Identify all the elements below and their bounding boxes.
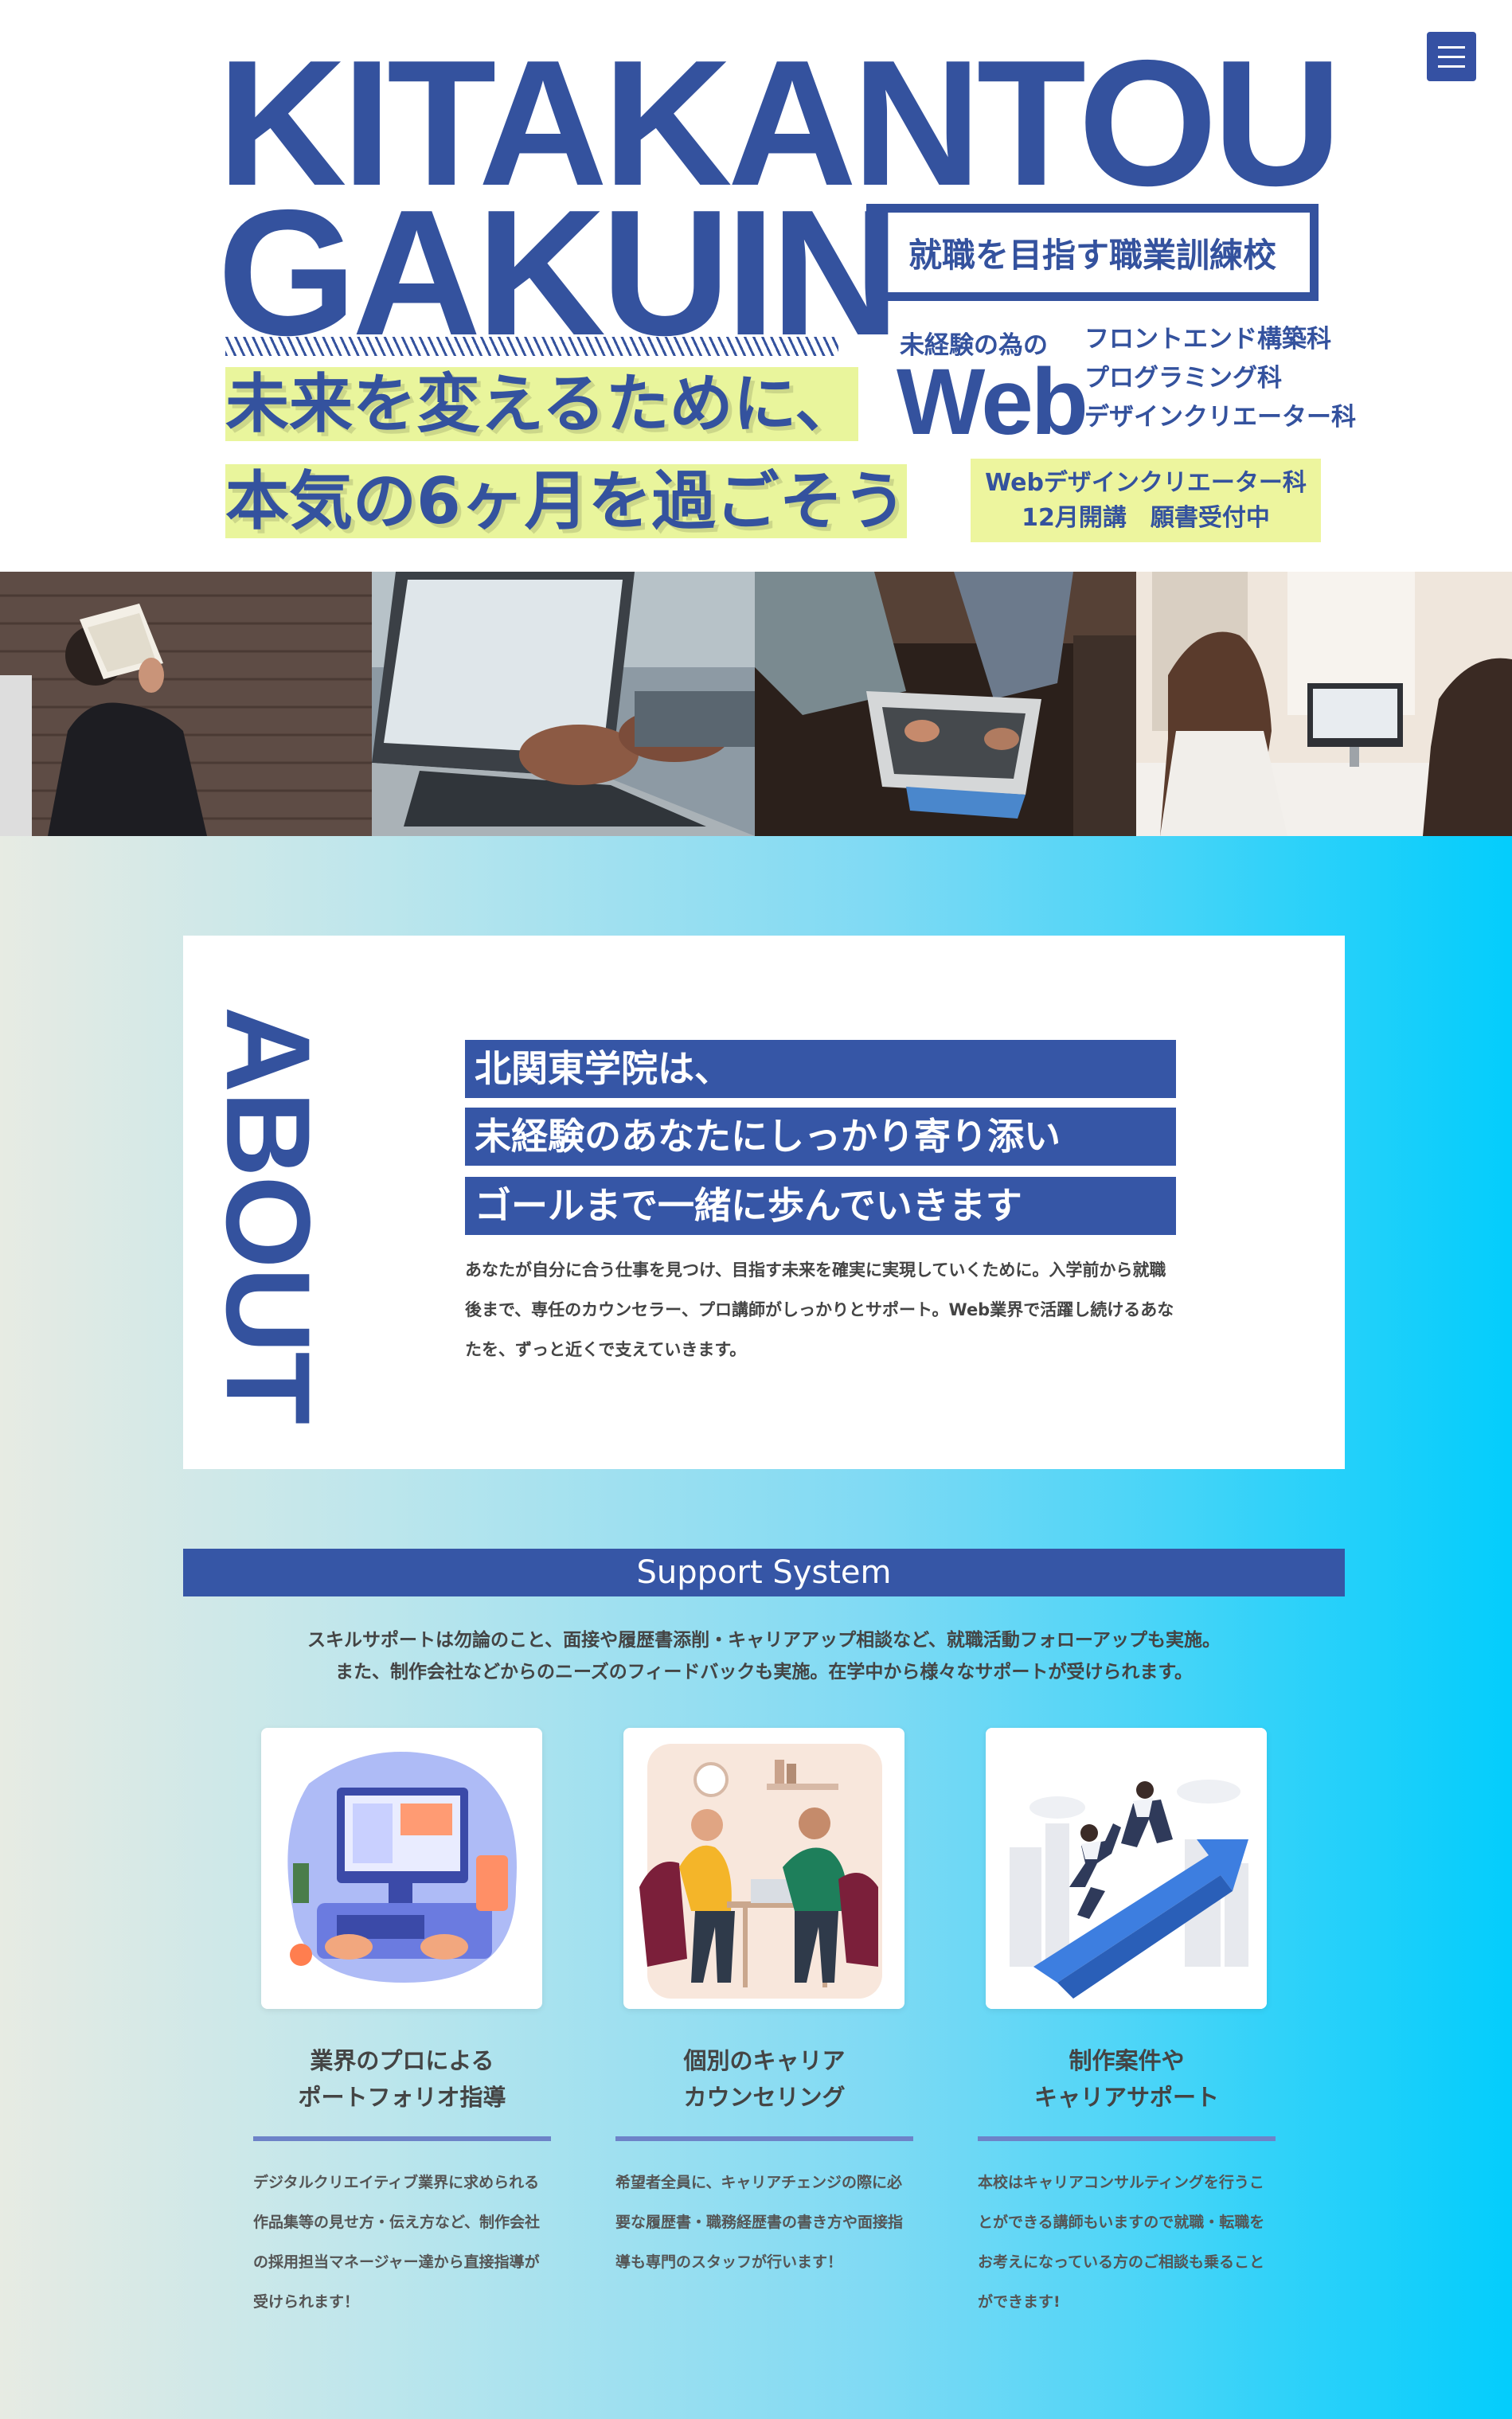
card-title-counseling: 個別のキャリア カウンセリング	[683, 2047, 846, 2111]
card-title-portfolio: 業界のプロによる ポートフォリオ指導	[298, 2047, 506, 2111]
admission-notice[interactable]: Webデザインクリエーター科 12月開講 願書受付中	[971, 459, 1321, 542]
illustration-counseling	[623, 1728, 904, 2009]
hamburger-menu-icon[interactable]	[1427, 32, 1476, 81]
notice-date: 12月開講 願書受付中	[1022, 503, 1270, 532]
support-intro-line1: スキルサポートは勿論のこと、面接や履歴書添削・キャリアアップ相談など、就職活動フ…	[307, 1630, 1221, 1651]
about-description: あなたが自分に合う仕事を見つけ、目指す未来を確実に実現していくために。入学前から…	[465, 1260, 1174, 1359]
course-programming: プログラミング科	[1084, 364, 1282, 393]
about-headline-2: 未経験のあなたにしっかり寄り添い	[465, 1108, 1176, 1166]
photo-two-women-computer	[1136, 572, 1512, 836]
web-label: Web	[897, 350, 1088, 455]
card-text-portfolio: デジタルクリエイティブ業界に求められる作品集等の見せ方・伝え方など、制作会社の採…	[253, 2174, 541, 2311]
school-name-line2: GAKUIN	[217, 172, 900, 373]
illustration-portfolio	[261, 1728, 542, 2009]
card-divider	[615, 2136, 913, 2141]
card-divider	[978, 2136, 1276, 2141]
catch-line1: 未来を変えるために、	[225, 367, 859, 441]
illustration-career-support	[986, 1728, 1267, 2009]
notice-course: Webデザインクリエーター科	[985, 468, 1307, 497]
photo-group-laptop	[755, 572, 1136, 836]
hero-section: KITAKANTOU GAKUIN 就職を目指す職業訓練校 未経験の為の Web…	[0, 0, 1512, 572]
about-headline-3: ゴールまで一緒に歩んでいきます	[465, 1177, 1176, 1235]
support-system-heading: Support System	[183, 1549, 1345, 1596]
card-title-career-support: 制作案件や キャリアサポート	[1033, 2047, 1219, 2111]
card-text-counseling: 希望者全員に、キャリアチェンジの際に必要な履歴書・職務経歴書の書き方や面接指導も…	[615, 2174, 904, 2271]
course-frontend: フロントエンド構築科	[1084, 325, 1331, 354]
card-divider	[253, 2136, 551, 2141]
course-design-creator: デザインクリエーター科	[1084, 403, 1356, 432]
tagline-badge: 就職を目指す職業訓練校	[866, 204, 1319, 301]
course-list: フロントエンド構築科 プログラミング科 デザインクリエーター科	[1084, 320, 1356, 437]
catch-line2: 本気の6ヶ月を過ごそう	[225, 464, 907, 538]
photo-person-reading	[0, 572, 372, 836]
about-headline-1: 北関東学院は、	[465, 1040, 1176, 1098]
support-intro-line2: また、制作会社などからのニーズのフィードバックも実施。在学中から様々なサポートが…	[334, 1662, 1194, 1682]
about-card: ABOUT 北関東学院は、 未経験のあなたにしっかり寄り添い ゴールまで一緒に歩…	[183, 936, 1345, 1469]
card-text-career-support: 本校はキャリアコンサルティングを行うことができる講師もいますので就職・転職をお考…	[978, 2174, 1265, 2311]
photo-laptop-typing	[372, 572, 755, 836]
hatch-decoration	[225, 337, 838, 356]
support-intro: スキルサポートは勿論のこと、面接や履歴書添削・キャリアアップ相談など、就職活動フ…	[183, 1624, 1345, 1688]
about-heading: ABOUT	[201, 1006, 336, 1423]
